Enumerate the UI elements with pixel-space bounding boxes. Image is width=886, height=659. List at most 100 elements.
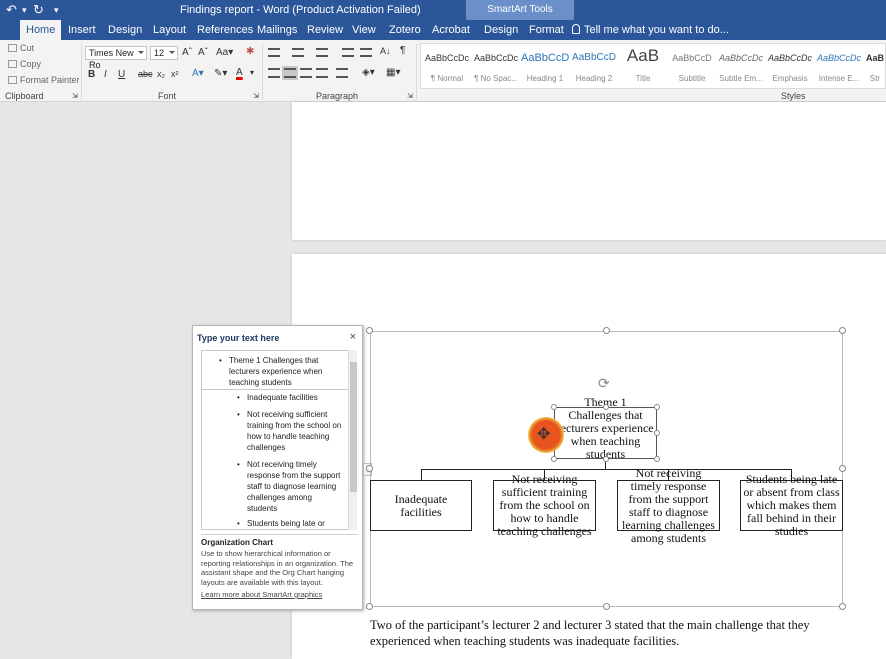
org-child-shape[interactable]: Students being late or absent from class…	[740, 473, 843, 538]
borders-icon[interactable]: ▦▾	[386, 67, 400, 78]
resize-handle[interactable]	[603, 327, 610, 334]
undo-icon[interactable]: ↶	[6, 2, 17, 18]
style-intense-emphasis[interactable]: AaBbCcDc Intense E...	[815, 44, 863, 88]
copy-button[interactable]: Copy	[8, 59, 41, 69]
resize-handle[interactable]	[603, 456, 609, 462]
underline-icon[interactable]: U	[118, 69, 125, 80]
bullets-icon[interactable]	[268, 48, 280, 57]
list-item[interactable]: • Not receiving timely response from the …	[237, 459, 342, 514]
tab-home[interactable]: Home	[20, 20, 62, 40]
increase-indent-icon[interactable]	[360, 48, 372, 57]
tell-me-box[interactable]: Tell me what you want to do...	[572, 20, 729, 40]
tab-smartart-design[interactable]: Design	[480, 20, 522, 40]
org-child-shape[interactable]: Not receiving timely response from the s…	[617, 466, 720, 544]
line-spacing-icon[interactable]	[336, 68, 348, 78]
rotate-handle-icon[interactable]: ⟳	[598, 375, 610, 392]
clear-formatting-icon[interactable]: ✱	[246, 46, 254, 57]
italic-icon[interactable]: I	[104, 69, 107, 80]
tab-acrobat[interactable]: Acrobat	[428, 20, 474, 40]
style-subtitle[interactable]: AaBbCcD Subtitle	[668, 44, 716, 88]
scrollbar-thumb[interactable]	[350, 362, 357, 492]
resize-handle[interactable]	[366, 327, 373, 334]
org-root-shape[interactable]: Theme 1 Challenges that lecturers experi…	[554, 395, 657, 460]
tab-zotero[interactable]: Zotero	[385, 20, 425, 40]
tab-mailings[interactable]: Mailings	[253, 20, 301, 40]
org-child-shape[interactable]: Not receiving sufficient training from t…	[493, 473, 596, 538]
align-center-icon[interactable]	[282, 66, 298, 80]
align-right-icon[interactable]	[300, 68, 312, 78]
redo-icon[interactable]: ↻	[33, 2, 44, 18]
tab-design[interactable]: Design	[104, 20, 146, 40]
style-emphasis[interactable]: AaBbCcDc Emphasis	[766, 44, 814, 88]
change-case-icon[interactable]: Aa▾	[216, 47, 233, 58]
chevron-down-icon[interactable]: ▾	[250, 68, 254, 77]
bullet-icon: •	[237, 393, 240, 402]
tab-insert[interactable]: Insert	[64, 20, 100, 40]
numbering-icon[interactable]	[292, 48, 304, 57]
font-size-dropdown[interactable]: 12	[150, 46, 178, 60]
list-item[interactable]: • Inadequate facilities	[237, 392, 342, 403]
style-sample: AaBbCcDc	[816, 53, 861, 63]
cut-button[interactable]: Cut	[8, 43, 34, 53]
clipboard-launcher-icon[interactable]: ⇲	[72, 92, 78, 100]
text-pane-list[interactable]: • Theme 1 Challenges that lecturers exper…	[201, 350, 351, 530]
resize-handle[interactable]	[366, 465, 373, 472]
shading-icon[interactable]: ◈▾	[362, 67, 375, 78]
tab-layout[interactable]: Layout	[149, 20, 190, 40]
subscript-icon[interactable]: x₂	[157, 69, 165, 79]
format-painter-button[interactable]: Format Painter	[8, 75, 80, 85]
grow-font-icon[interactable]: Aˆ	[182, 47, 192, 58]
paragraph-launcher-icon[interactable]: ⇲	[407, 92, 413, 100]
body-paragraph[interactable]: Two of the participant’s lecturer 2 and …	[370, 617, 850, 649]
style-subtle-emphasis[interactable]: AaBbCcDc Subtle Em...	[717, 44, 765, 88]
list-item[interactable]: • Theme 1 Challenges that lecturers exper…	[219, 355, 329, 388]
list-item[interactable]: • Not receiving sufficient training from …	[237, 409, 342, 453]
font-color-icon[interactable]: A	[236, 67, 243, 78]
align-left-icon[interactable]	[268, 68, 280, 78]
resize-handle[interactable]	[551, 404, 557, 410]
list-item[interactable]: • Students being late or	[237, 518, 342, 529]
style-no-spacing[interactable]: AaBbCcDc ¶ No Spac...	[472, 44, 520, 88]
sort-icon[interactable]: A↓	[380, 46, 391, 56]
tab-references[interactable]: References	[193, 20, 257, 40]
learn-more-link[interactable]: Learn more about SmartArt graphics	[201, 590, 358, 599]
resize-handle[interactable]	[839, 603, 846, 610]
bold-icon[interactable]: B	[88, 69, 95, 80]
style-name: Subtle Em...	[719, 74, 763, 83]
resize-handle[interactable]	[654, 404, 660, 410]
resize-handle[interactable]	[654, 430, 660, 436]
resize-handle[interactable]	[366, 603, 373, 610]
customize-toolbar-icon[interactable]: ▾	[54, 5, 59, 16]
org-child-shape[interactable]: Inadequate facilities	[370, 480, 472, 531]
font-launcher-icon[interactable]: ⇲	[253, 92, 259, 100]
resize-handle[interactable]	[839, 465, 846, 472]
show-marks-icon[interactable]: ¶	[400, 45, 405, 56]
close-icon[interactable]: ×	[350, 331, 356, 343]
justify-icon[interactable]	[316, 68, 328, 78]
resize-handle[interactable]	[603, 404, 609, 410]
strikethrough-icon[interactable]: abc	[138, 69, 153, 79]
shrink-font-icon[interactable]: Aˇ	[198, 47, 208, 58]
tab-view[interactable]: View	[348, 20, 380, 40]
resize-handle[interactable]	[839, 327, 846, 334]
resize-handle[interactable]	[654, 456, 660, 462]
tab-review[interactable]: Review	[303, 20, 347, 40]
resize-handle[interactable]	[551, 456, 557, 462]
style-heading-1[interactable]: AaBbCcD Heading 1	[521, 44, 569, 88]
undo-dropdown-icon[interactable]: ▾	[22, 5, 27, 16]
superscript-icon[interactable]: x²	[171, 69, 179, 79]
font-name-dropdown[interactable]: Times New Ro	[85, 46, 147, 70]
text-pane-scrollbar[interactable]	[348, 350, 357, 530]
highlight-icon[interactable]: ✎▾	[214, 68, 227, 79]
style-name: ¶ No Spac...	[474, 74, 518, 83]
tab-smartart-format[interactable]: Format	[525, 20, 568, 40]
resize-handle[interactable]	[603, 603, 610, 610]
decrease-indent-icon[interactable]	[342, 48, 354, 57]
text-effects-icon[interactable]: A▾	[192, 68, 204, 79]
multilevel-list-icon[interactable]	[316, 48, 328, 57]
style-title[interactable]: AaB Title	[619, 44, 667, 88]
page-1[interactable]	[292, 102, 886, 240]
style-strong[interactable]: AaB Str	[864, 44, 886, 88]
style-normal[interactable]: AaBbCcDc ¶ Normal	[423, 44, 471, 88]
style-heading-2[interactable]: AaBbCcD Heading 2	[570, 44, 618, 88]
